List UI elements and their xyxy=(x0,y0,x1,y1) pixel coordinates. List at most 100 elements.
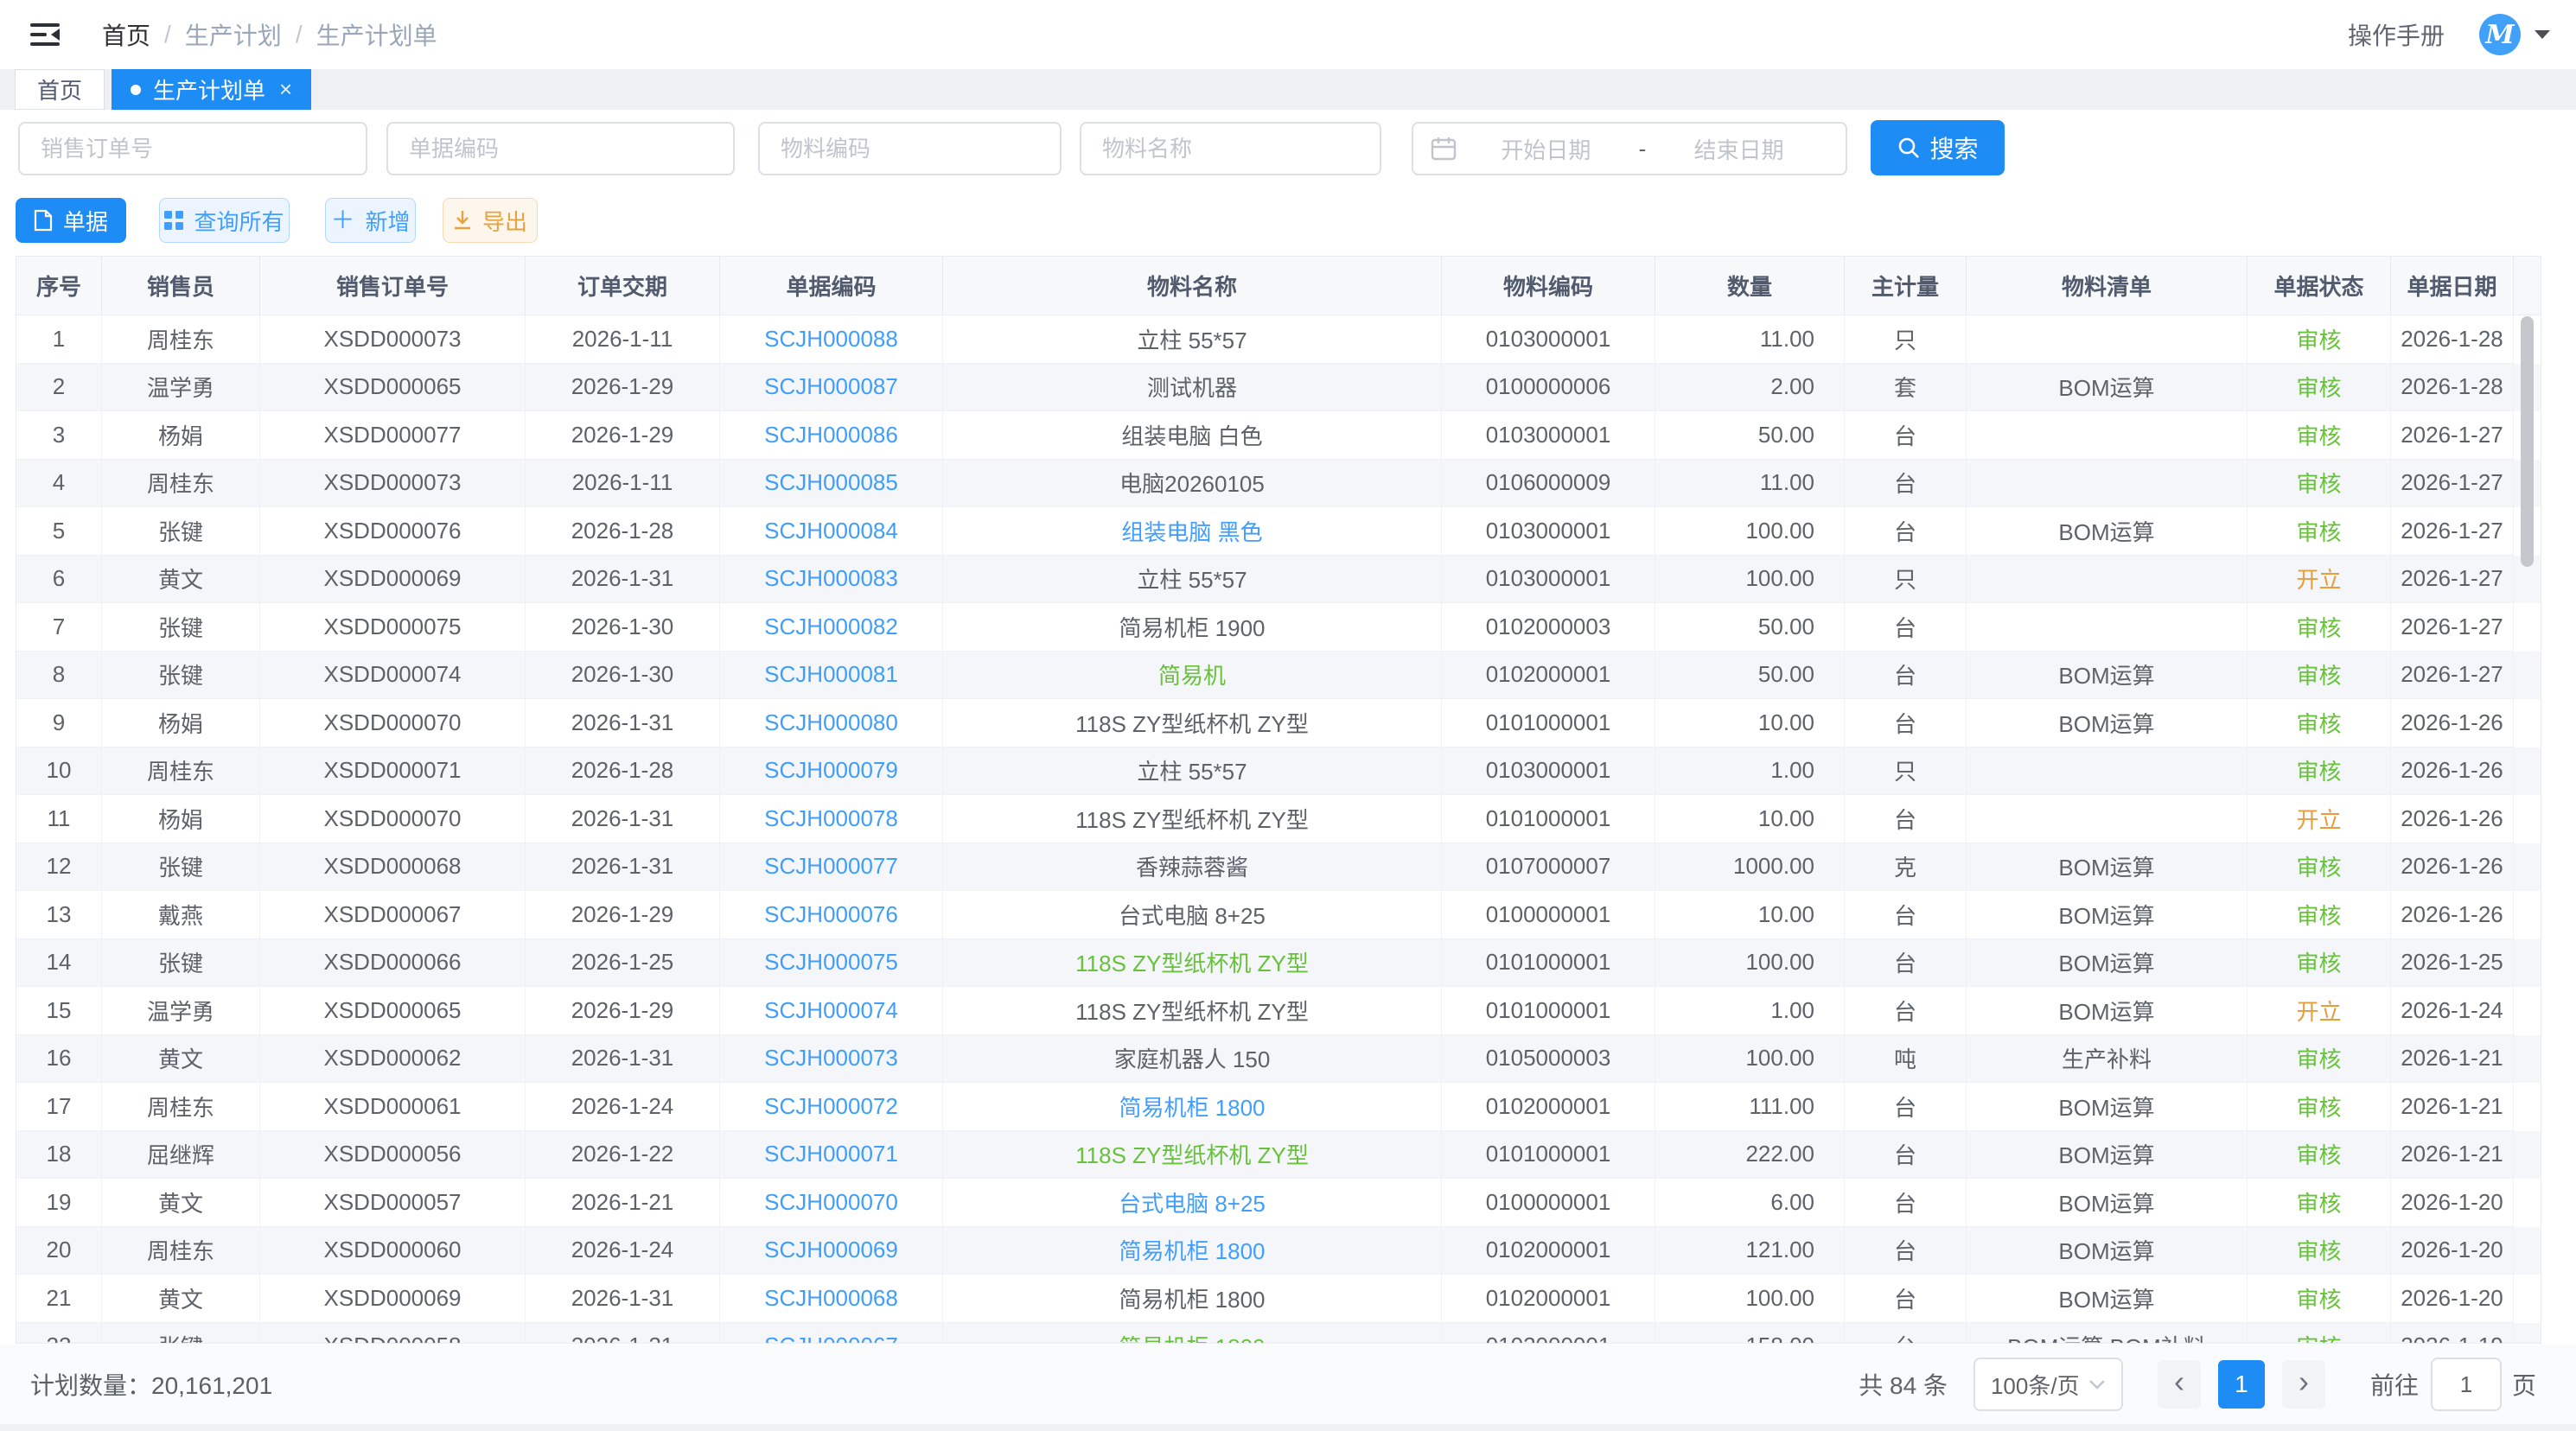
cell-doc-code[interactable]: SCJH000067 xyxy=(720,1323,943,1345)
cell-doc-code[interactable]: SCJH000074 xyxy=(720,987,943,1035)
breadcrumb-home[interactable]: 首页 xyxy=(102,17,150,52)
cell-delivery-date: 2026-1-11 xyxy=(526,460,720,508)
menu-fold-icon xyxy=(29,22,61,48)
cell-doc-date: 2026-1-26 xyxy=(2391,699,2514,747)
cell-doc-code[interactable]: SCJH000068 xyxy=(720,1275,943,1323)
cell-doc-code[interactable]: SCJH000084 xyxy=(720,507,943,556)
page-number-1[interactable]: 1 xyxy=(2218,1360,2265,1409)
cell-salesperson: 张键 xyxy=(102,1323,260,1345)
cell-sales-order-no: XSDD000070 xyxy=(260,699,526,747)
cell-quantity: 100.00 xyxy=(1655,939,1845,988)
table-row: 4周桂东XSDD0000732026-1-11SCJH000085电脑20260… xyxy=(16,460,2541,508)
cell-sales-order-no: XSDD000068 xyxy=(260,843,526,892)
cell-sales-order-no: XSDD000056 xyxy=(260,1131,526,1180)
operation-manual-link[interactable]: 操作手册 xyxy=(2348,17,2445,52)
tab-close-icon[interactable]: × xyxy=(279,76,292,103)
cell-unit: 台 xyxy=(1845,939,1967,988)
cell-doc-code[interactable]: SCJH000075 xyxy=(720,939,943,988)
export-button[interactable]: 导出 xyxy=(443,198,538,243)
cell-doc-code[interactable]: SCJH000079 xyxy=(720,747,943,796)
cell-doc-code[interactable]: SCJH000081 xyxy=(720,652,943,700)
table-row: 19黄文XSDD0000572026-1-21SCJH000070台式电脑 8+… xyxy=(16,1179,2541,1227)
cell-quantity: 50.00 xyxy=(1655,411,1845,460)
cell-doc-code[interactable]: SCJH000071 xyxy=(720,1131,943,1180)
tab-production-plan-order[interactable]: 生产计划单 × xyxy=(112,69,311,110)
cell-doc-code[interactable]: SCJH000078 xyxy=(720,795,943,843)
header-doc-code: 单据编码 xyxy=(720,257,943,315)
cell-doc-code[interactable]: SCJH000083 xyxy=(720,556,943,604)
page: { "colors": { "primary": "#1d8cf5", "lin… xyxy=(0,0,2576,1431)
cell-delivery-date: 2026-1-31 xyxy=(526,556,720,604)
breadcrumb-separator: / xyxy=(296,21,303,48)
material-code-input[interactable] xyxy=(758,122,1062,175)
cell-doc-code[interactable]: SCJH000069 xyxy=(720,1227,943,1275)
cell-bom-list: BOM运算 xyxy=(1967,1227,2248,1275)
cell-doc-code[interactable]: SCJH000087 xyxy=(720,364,943,412)
cell-doc-code[interactable]: SCJH000077 xyxy=(720,843,943,892)
search-button[interactable]: 搜索 xyxy=(1871,120,2005,175)
cell-index: 1 xyxy=(16,315,102,364)
cell-doc-code[interactable]: SCJH000082 xyxy=(720,603,943,652)
cell-index: 17 xyxy=(16,1083,102,1131)
cell-doc-code[interactable]: SCJH000088 xyxy=(720,315,943,364)
date-range-picker[interactable]: 开始日期 - 结束日期 xyxy=(1412,122,1847,175)
query-all-button[interactable]: 查询所有 xyxy=(159,198,290,243)
cell-material-code: 0102000001 xyxy=(1442,1275,1655,1323)
material-name-input[interactable] xyxy=(1080,122,1381,175)
cell-index: 21 xyxy=(16,1275,102,1323)
cell-material-code: 0101000001 xyxy=(1442,1131,1655,1180)
cell-quantity: 11.00 xyxy=(1655,460,1845,508)
cell-doc-code[interactable]: SCJH000073 xyxy=(720,1035,943,1084)
user-avatar[interactable]: M xyxy=(2479,14,2521,55)
cell-material-name: 118S ZY型纸杯机 ZY型 xyxy=(943,987,1442,1035)
cell-sales-order-no: XSDD000065 xyxy=(260,364,526,412)
goto-page-input[interactable] xyxy=(2431,1358,2502,1411)
cell-doc-date: 2026-1-27 xyxy=(2391,507,2514,556)
cell-doc-code[interactable]: SCJH000080 xyxy=(720,699,943,747)
table-row: 20周桂东XSDD0000602026-1-24SCJH000069简易机柜 1… xyxy=(16,1227,2541,1275)
prev-page-button[interactable]: ‹ xyxy=(2158,1360,2201,1409)
next-page-button[interactable]: › xyxy=(2282,1360,2325,1409)
start-date-field[interactable]: 开始日期 xyxy=(1457,133,1636,165)
header-salesperson: 销售员 xyxy=(102,257,260,315)
tab-home[interactable]: 首页 xyxy=(15,69,105,110)
cell-material-code: 0102000001 xyxy=(1442,652,1655,700)
cell-material-name: 立柱 55*57 xyxy=(943,315,1442,364)
page-size-select[interactable]: 100条/页 xyxy=(1973,1358,2123,1411)
cell-doc-code[interactable]: SCJH000076 xyxy=(720,891,943,939)
cell-delivery-date: 2026-1-28 xyxy=(526,507,720,556)
cell-unit: 台 xyxy=(1845,1131,1967,1180)
add-button[interactable]: ＋ 新增 xyxy=(325,198,416,243)
cell-doc-date: 2026-1-26 xyxy=(2391,843,2514,892)
cell-doc-code[interactable]: SCJH000085 xyxy=(720,460,943,508)
cell-sales-order-no: XSDD000074 xyxy=(260,652,526,700)
cell-material-name: 118S ZY型纸杯机 ZY型 xyxy=(943,1131,1442,1180)
menu-fold-button[interactable] xyxy=(26,16,64,54)
cell-quantity: 50.00 xyxy=(1655,652,1845,700)
search-button-label: 搜索 xyxy=(1929,130,1978,165)
user-menu-caret-icon[interactable] xyxy=(2535,30,2550,39)
end-date-field[interactable]: 结束日期 xyxy=(1649,133,1828,165)
cell-material-name: 简易机柜 1800 xyxy=(943,1275,1442,1323)
cell-doc-code[interactable]: SCJH000070 xyxy=(720,1179,943,1227)
plan-quantity-label: 计划数量： xyxy=(30,1372,151,1399)
document-button[interactable]: 单据 xyxy=(16,198,126,243)
cell-index: 5 xyxy=(16,507,102,556)
breadcrumb-production-plan[interactable]: 生产计划 xyxy=(185,17,282,52)
cell-material-code: 0103000001 xyxy=(1442,315,1655,364)
cell-material-name: 立柱 55*57 xyxy=(943,747,1442,796)
current-page-label: 1 xyxy=(2235,1371,2248,1398)
cell-doc-code[interactable]: SCJH000086 xyxy=(720,411,943,460)
cell-delivery-date: 2026-1-21 xyxy=(526,1323,720,1345)
sales-order-no-input[interactable] xyxy=(18,122,367,175)
doc-code-input[interactable] xyxy=(386,122,735,175)
vertical-scrollbar-thumb[interactable] xyxy=(2521,316,2534,567)
cell-material-code: 0102000001 xyxy=(1442,1323,1655,1345)
cell-doc-date: 2026-1-20 xyxy=(2391,1179,2514,1227)
cell-material-code: 0103000001 xyxy=(1442,411,1655,460)
goto-page-label: 前往 xyxy=(2370,1367,2419,1402)
cell-salesperson: 张键 xyxy=(102,939,260,988)
cell-doc-code[interactable]: SCJH000072 xyxy=(720,1083,943,1131)
cell-salesperson: 黄文 xyxy=(102,556,260,604)
cell-salesperson: 屈继辉 xyxy=(102,1131,260,1180)
